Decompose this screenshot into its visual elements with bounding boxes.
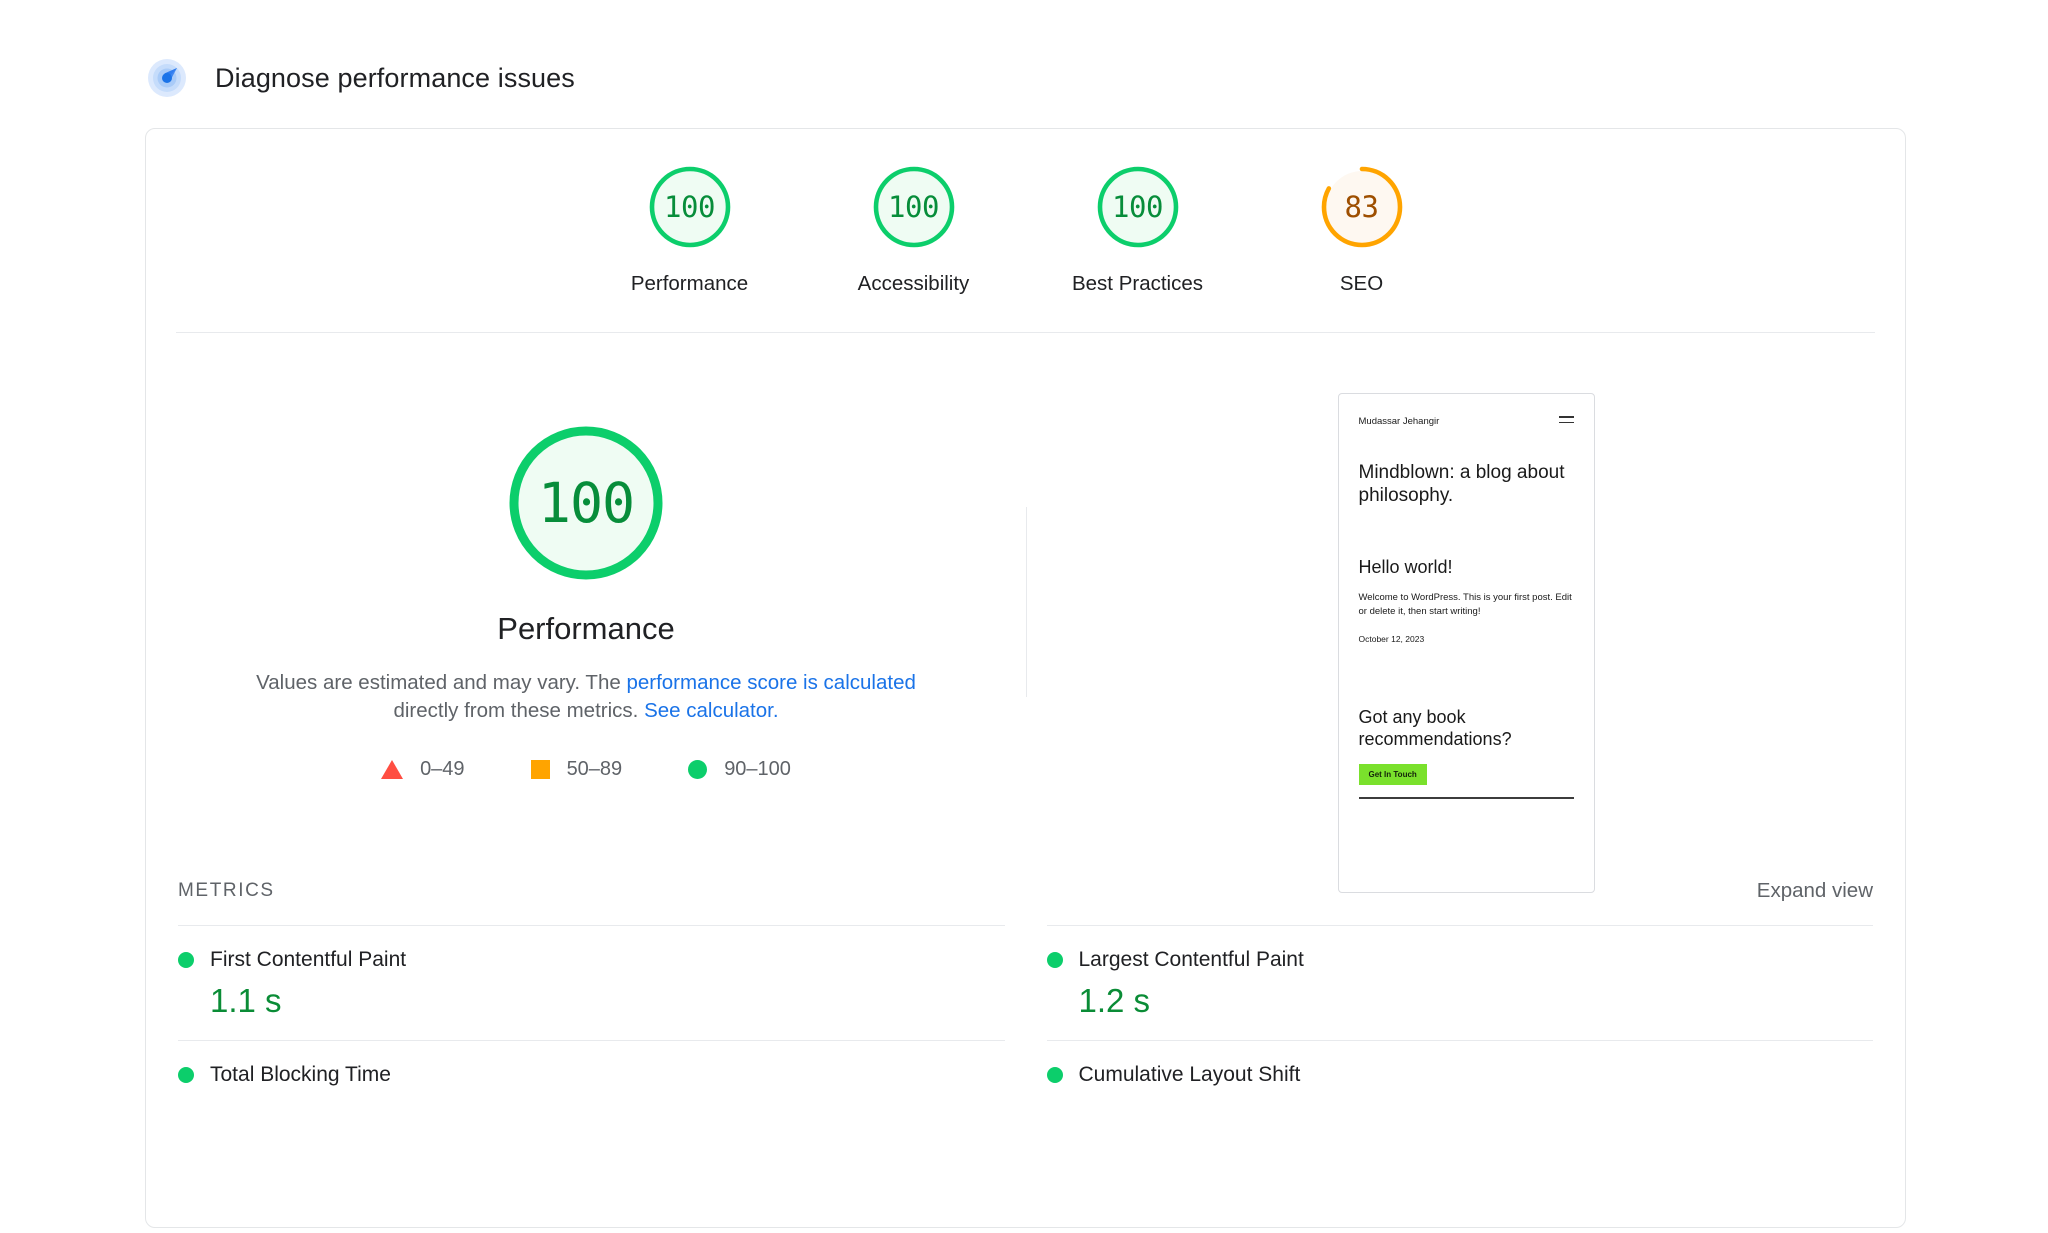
gauge-accessibility-value: 100 [888, 190, 939, 224]
gauge-best-practices-label: Best Practices [1071, 272, 1204, 295]
metric-total-blocking-time[interactable]: Total Blocking Time [178, 1040, 1005, 1117]
screenshot-column: Mudassar Jehangir Mindblown: a blog abou… [1027, 385, 1905, 893]
category-score-strip: 100 Performance 100 Accessibility 100 Be… [146, 129, 1905, 296]
gauge-seo: 83 [1316, 161, 1408, 253]
metric-first-contentful-paint[interactable]: First Contentful Paint 1.1 s [178, 925, 1005, 1040]
expand-view-button[interactable]: Expand view [1757, 879, 1873, 903]
thumbnail-heading-1: Mindblown: a blog about philosophy. [1358, 462, 1565, 507]
metric-name: Total Blocking Time [210, 1063, 391, 1086]
category-score-best-practices[interactable]: 100 Best Practices [1026, 161, 1250, 296]
metric-cumulative-layout-shift[interactable]: Cumulative Layout Shift [1046, 1040, 1874, 1117]
gauge-accessibility: 100 [868, 161, 960, 253]
lighthouse-report-card: 100 Performance 100 Accessibility 100 Be… [145, 128, 1906, 1228]
page-screenshot-thumbnail[interactable]: Mudassar Jehangir Mindblown: a blog abou… [1337, 393, 1595, 893]
legend-item-average: 50–89 [530, 757, 623, 781]
status-circle-icon [178, 952, 194, 968]
performance-description: Values are estimated and may vary. The p… [226, 669, 946, 726]
thumbnail-get-in-touch-button: Get In Touch [1358, 763, 1427, 785]
metrics-title: METRICS [178, 880, 275, 901]
metric-largest-contentful-paint[interactable]: Largest Contentful Paint 1.2 s [1046, 925, 1874, 1040]
thumbnail-heading-3: Got any book recommendations? [1358, 707, 1512, 749]
legend-item-pass: 90–100 [688, 758, 791, 781]
metric-head: Total Blocking Time [178, 1063, 1005, 1087]
thumbnail-site-name: Mudassar Jehangir [1358, 416, 1440, 427]
performance-gauge-label: Performance [497, 611, 675, 646]
gauge-accessibility-label: Accessibility [857, 272, 970, 295]
legend-label-fail: 0–49 [420, 757, 465, 780]
description-text-pre: Values are estimated and may vary. The [256, 671, 627, 694]
metric-head: Largest Contentful Paint [1046, 948, 1874, 972]
status-circle-icon [178, 1067, 194, 1083]
gauge-best-practices-value: 100 [1112, 190, 1163, 224]
description-text-mid: directly from these metrics. [393, 699, 645, 723]
gauge-seo-value: 83 [1344, 190, 1379, 224]
gauge-performance-large-value: 100 [537, 471, 635, 535]
square-icon [530, 759, 550, 779]
metric-value: 1.2 s [1078, 982, 1151, 1019]
gauge-performance-large: 100 [500, 417, 672, 589]
legend-item-fail: 0–49 [381, 758, 465, 781]
thumbnail-heading-2: Hello world! [1358, 556, 1453, 577]
performance-score-link[interactable]: performance score is calculated [626, 671, 915, 694]
metric-value: 1.1 s [210, 982, 282, 1019]
gauge-seo-label: SEO [1339, 272, 1384, 295]
performance-summary-section: 100 Performance Values are estimated and… [146, 333, 1905, 893]
metric-name: Cumulative Layout Shift [1078, 1063, 1301, 1086]
performance-gauge-column: 100 Performance Values are estimated and… [146, 385, 1026, 873]
status-circle-icon [1046, 1067, 1063, 1083]
category-score-performance[interactable]: 100 Performance [578, 161, 802, 296]
legend-label-pass: 90–100 [724, 757, 791, 780]
page-title: Diagnose performance issues [215, 62, 575, 93]
metrics-header: METRICS Expand view [146, 879, 1905, 903]
see-calculator-link[interactable]: See calculator. [644, 699, 778, 722]
circle-icon [688, 759, 708, 779]
legend-label-average: 50–89 [566, 757, 623, 780]
status-circle-icon [1046, 952, 1063, 968]
radar-pulse-icon [145, 56, 189, 100]
triangle-icon [381, 759, 404, 779]
gauge-best-practices: 100 [1092, 161, 1184, 253]
category-score-seo[interactable]: 83 SEO [1250, 161, 1474, 296]
category-score-accessibility[interactable]: 100 Accessibility [802, 161, 1026, 296]
thumbnail-topbar: Mudassar Jehangir [1359, 416, 1574, 427]
gauge-performance-label: Performance [630, 272, 749, 295]
gauge-performance: 100 [644, 161, 736, 253]
score-legend: 0–49 50–89 90–100 [381, 758, 791, 781]
thumbnail-paragraph: Welcome to WordPress. This is your first… [1358, 591, 1572, 617]
metric-name: First Contentful Paint [210, 948, 407, 971]
thumbnail-date: October 12, 2023 [1358, 634, 1425, 645]
gauge-performance-value: 100 [664, 190, 715, 224]
hamburger-icon [1558, 416, 1574, 427]
thumbnail-rule [1358, 796, 1574, 799]
metric-name: Largest Contentful Paint [1078, 948, 1304, 971]
metric-head: First Contentful Paint [178, 948, 1005, 972]
metric-head: Cumulative Layout Shift [1046, 1063, 1874, 1087]
metrics-grid: First Contentful Paint 1.1 s Largest Con… [146, 925, 1905, 1117]
page-header: Diagnose performance issues [0, 0, 2048, 106]
